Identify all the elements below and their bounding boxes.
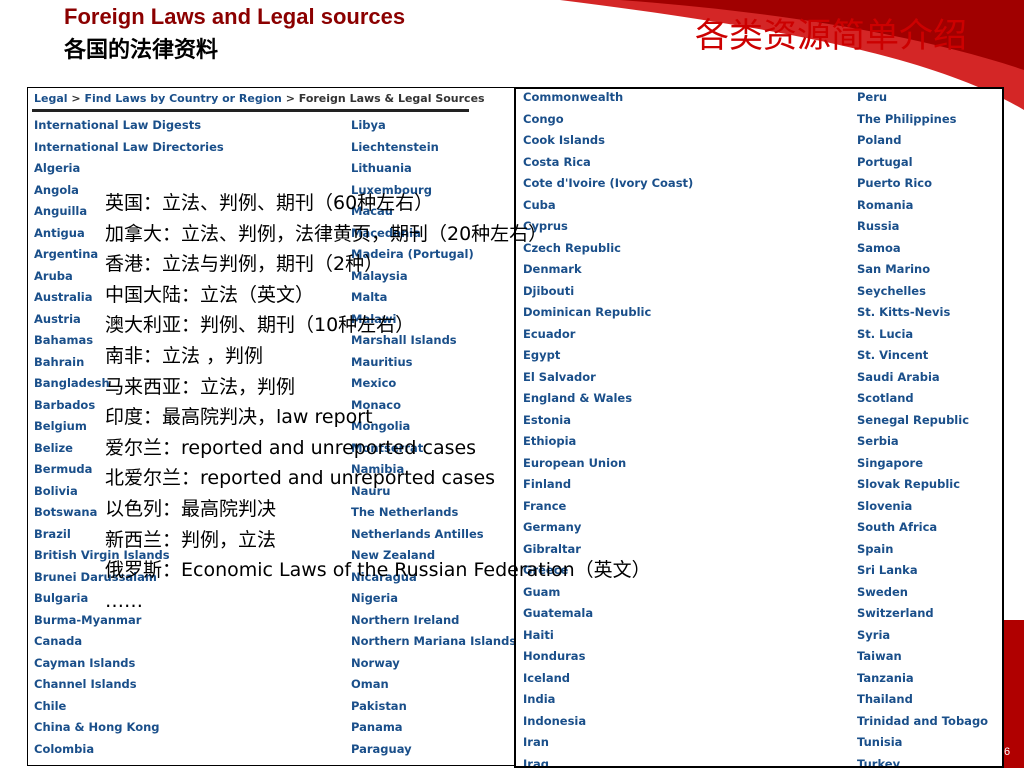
- country-link[interactable]: Thailand: [857, 689, 988, 711]
- country-link[interactable]: Samoa: [857, 238, 988, 260]
- country-link[interactable]: International Law Digests: [34, 115, 224, 137]
- country-link[interactable]: Singapore: [857, 453, 988, 475]
- country-link[interactable]: Peru: [857, 89, 988, 109]
- country-link[interactable]: Portugal: [857, 152, 988, 174]
- country-link[interactable]: The Philippines: [857, 109, 988, 131]
- country-link[interactable]: Tunisia: [857, 732, 988, 754]
- note-item: 北爱尔兰：reported and unreported cases: [105, 467, 496, 490]
- country-link[interactable]: Cook Islands: [523, 130, 693, 152]
- note-item: 加拿大：立法、判例，法律黄页，期刊（20种左右）: [105, 222, 548, 245]
- country-link[interactable]: International Law Directories: [34, 137, 224, 159]
- country-link[interactable]: Spain: [857, 539, 988, 561]
- country-link[interactable]: Pakistan: [351, 696, 516, 718]
- country-link[interactable]: South Africa: [857, 517, 988, 539]
- country-link[interactable]: Syria: [857, 625, 988, 647]
- note-item: 香港：立法与判例，期刊（2种）: [105, 253, 384, 276]
- country-link[interactable]: India: [523, 689, 693, 711]
- country-link[interactable]: St. Kitts-Nevis: [857, 302, 988, 324]
- country-link[interactable]: St. Lucia: [857, 324, 988, 346]
- country-link[interactable]: Seychelles: [857, 281, 988, 303]
- country-link[interactable]: Costa Rica: [523, 152, 693, 174]
- country-link[interactable]: Taiwan: [857, 646, 988, 668]
- note-item: 俄罗斯：Economic Laws of the Russian Federat…: [105, 559, 651, 582]
- country-link[interactable]: Cayman Islands: [34, 653, 224, 675]
- country-link[interactable]: China & Hong Kong: [34, 717, 224, 739]
- country-link[interactable]: Chile: [34, 696, 224, 718]
- country-link[interactable]: Liechtenstein: [351, 137, 516, 159]
- note-item: ……: [105, 589, 143, 612]
- country-link[interactable]: Iraq: [523, 754, 693, 767]
- country-link[interactable]: Sri Lanka: [857, 560, 988, 582]
- country-link[interactable]: Northern Mariana Islands: [351, 631, 516, 653]
- breadcrumb-divider: [32, 109, 469, 112]
- note-item: 中国大陆：立法（英文）: [105, 283, 315, 306]
- country-list-right-col2: Peru The Philippines Poland Portugal Puerto …: [857, 89, 988, 767]
- country-link[interactable]: Libya: [351, 115, 516, 137]
- note-item: 南非：立法 ，判例: [105, 344, 264, 367]
- country-link[interactable]: Scotland: [857, 388, 988, 410]
- note-item: 以色列：最高院判决: [105, 497, 277, 520]
- country-link[interactable]: Slovak Republic: [857, 474, 988, 496]
- country-link[interactable]: St. Vincent: [857, 345, 988, 367]
- title-english: Foreign Laws and Legal sources: [64, 4, 406, 29]
- country-link[interactable]: Panama: [351, 717, 516, 739]
- country-link[interactable]: Iceland: [523, 668, 693, 690]
- country-link[interactable]: Russia: [857, 216, 988, 238]
- country-link[interactable]: Commonwealth: [523, 89, 693, 109]
- country-link[interactable]: Iran: [523, 732, 693, 754]
- country-link[interactable]: Serbia: [857, 431, 988, 453]
- country-link[interactable]: Algeria: [34, 158, 224, 180]
- country-link[interactable]: Oman: [351, 674, 516, 696]
- country-link[interactable]: Senegal Republic: [857, 410, 988, 432]
- note-item: 英国：立法、判例、期刊（60种左右）: [105, 192, 434, 214]
- country-link[interactable]: Paraguay: [351, 739, 516, 761]
- country-link[interactable]: Slovenia: [857, 496, 988, 518]
- breadcrumb-separator: >: [67, 92, 85, 105]
- breadcrumb: Legal > Find Laws by Country or Region >…: [34, 92, 485, 105]
- country-link[interactable]: Indonesia: [523, 711, 693, 733]
- country-link[interactable]: Tanzania: [857, 668, 988, 690]
- country-link[interactable]: Trinidad and Tobago: [857, 711, 988, 733]
- country-link[interactable]: Poland: [857, 130, 988, 152]
- title-chinese: 各国的法律资料: [64, 38, 219, 63]
- country-link[interactable]: Congo: [523, 109, 693, 131]
- notes-list: 英国：立法、判例、期刊（60种左右） 加拿大：立法、判例，法律黄页，期刊（20种左…: [105, 188, 651, 616]
- country-link[interactable]: Sweden: [857, 582, 988, 604]
- country-link[interactable]: Norway: [351, 653, 516, 675]
- note-item: 爱尔兰：reported and unreported cases: [105, 436, 477, 459]
- breadcrumb-current: Foreign Laws & Legal Sources: [298, 92, 485, 105]
- country-link[interactable]: Switzerland: [857, 603, 988, 625]
- country-link[interactable]: Channel Islands: [34, 674, 224, 696]
- country-link[interactable]: Haiti: [523, 625, 693, 647]
- country-link[interactable]: Lithuania: [351, 158, 516, 180]
- country-link[interactable]: Canada: [34, 631, 224, 653]
- breadcrumb-find-laws-link[interactable]: Find Laws by Country or Region: [84, 92, 281, 105]
- country-link[interactable]: Puerto Rico: [857, 173, 988, 195]
- country-link[interactable]: Romania: [857, 195, 988, 217]
- note-item: 马来西亚：立法，判例: [105, 375, 296, 398]
- country-link[interactable]: Honduras: [523, 646, 693, 668]
- note-item: 澳大利亚：判例、期刊（10种左右）: [105, 314, 415, 337]
- note-item: 印度：最高院判决，law report: [105, 406, 373, 429]
- slide-heading: 各类资源简单介绍: [695, 16, 967, 56]
- country-link[interactable]: Turkey: [857, 754, 988, 767]
- country-link[interactable]: Saudi Arabia: [857, 367, 988, 389]
- breadcrumb-legal-link[interactable]: Legal: [34, 92, 68, 105]
- page-number: 6: [1004, 746, 1011, 758]
- breadcrumb-separator: >: [281, 92, 299, 105]
- note-item: 新西兰：判例，立法: [105, 528, 277, 551]
- country-link[interactable]: San Marino: [857, 259, 988, 281]
- country-link[interactable]: Colombia: [34, 739, 224, 761]
